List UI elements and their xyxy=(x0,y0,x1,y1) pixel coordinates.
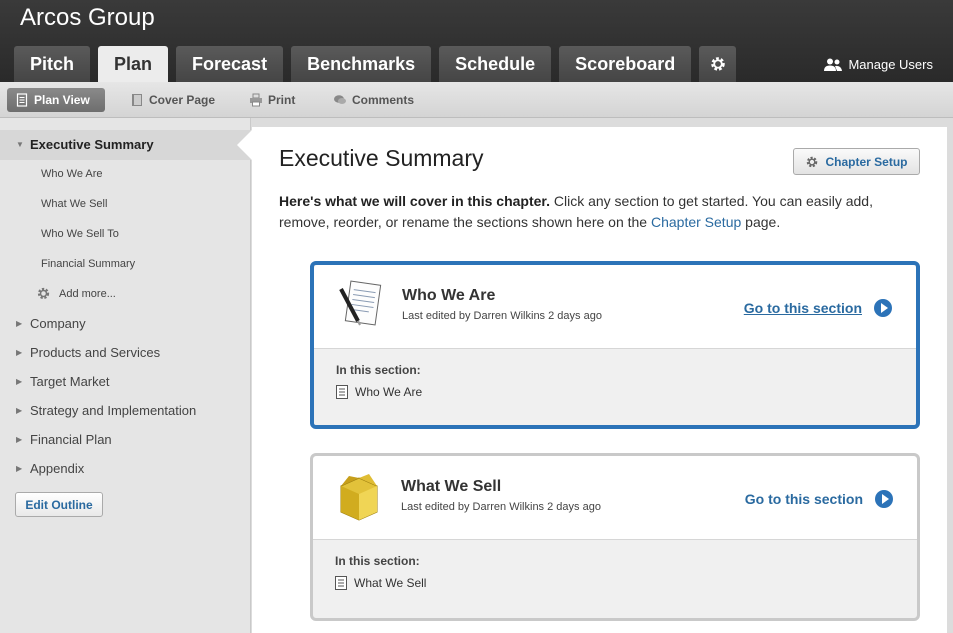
intro-bold: Here's what we will cover in this chapte… xyxy=(279,193,550,209)
gear-icon xyxy=(807,156,818,167)
play-arrow-icon xyxy=(874,299,892,317)
sidebar-chapter-label: Target Market xyxy=(30,374,110,389)
plan-view-label: Plan View xyxy=(34,93,90,107)
section-card[interactable]: Who We Are Last edited by Darren Wilkins… xyxy=(310,261,920,429)
collapsed-triangle-icon: ▶ xyxy=(16,377,23,386)
gear-icon xyxy=(37,287,50,300)
print-label: Print xyxy=(268,93,296,107)
tab-settings[interactable] xyxy=(699,46,737,82)
add-more-link[interactable]: Add more... xyxy=(36,286,116,301)
document-with-pen-icon xyxy=(339,280,382,326)
sidebar-section-who-we-sell-to[interactable]: Who We Sell To xyxy=(41,228,119,240)
sidebar-section-what-we-sell[interactable]: What We Sell xyxy=(41,198,107,210)
tab-plan[interactable]: Plan xyxy=(98,46,169,82)
comments-label: Comments xyxy=(352,93,415,107)
section-card-header: What We Sell Last edited by Darren Wilki… xyxy=(313,456,917,540)
section-title: Who We Are xyxy=(402,287,496,304)
tab-scoreboard[interactable]: Scoreboard xyxy=(559,46,692,82)
edit-outline-button[interactable]: Edit Outline xyxy=(15,492,103,517)
app-title: Arcos Group xyxy=(20,4,155,31)
printer-icon xyxy=(250,93,262,107)
section-title: What We Sell xyxy=(401,478,502,495)
section-item[interactable]: What We Sell xyxy=(335,576,426,590)
sidebar-chapter-appendix[interactable]: ▶ Appendix xyxy=(16,461,84,476)
sidebar-chapter-label: Products and Services xyxy=(30,345,161,360)
page-title: Executive Summary xyxy=(279,145,484,171)
sidebar-chapter-products-and-services[interactable]: ▶ Products and Services xyxy=(16,345,160,360)
comments-icon xyxy=(334,95,346,104)
main-content: Executive Summary Chapter Setup Here's w… xyxy=(252,127,947,633)
intro-end: page. xyxy=(741,214,781,230)
add-more-label: Add more... xyxy=(59,287,116,300)
section-last-edited: Last edited by Darren Wilkins 2 days ago xyxy=(402,310,602,322)
manage-users-label: Manage Users xyxy=(848,57,933,72)
expanded-triangle-icon: ▼ xyxy=(16,140,24,149)
comments-button[interactable]: Comments xyxy=(325,88,422,112)
main-tabs: Pitch Plan Forecast Benchmarks Schedule … xyxy=(14,46,744,82)
sidebar-section-financial-summary[interactable]: Financial Summary xyxy=(41,258,135,270)
gear-icon xyxy=(710,57,725,71)
users-icon xyxy=(824,58,843,71)
sidebar-chapter-target-market[interactable]: ▶ Target Market xyxy=(16,374,109,389)
chapter-setup-link[interactable]: Chapter Setup xyxy=(651,214,741,230)
manage-users-link[interactable]: Manage Users xyxy=(824,57,933,72)
sidebar-chapter-strategy[interactable]: ▶ Strategy and Implementation xyxy=(16,403,196,418)
collapsed-triangle-icon: ▶ xyxy=(16,464,23,473)
sidebar-chapter-label: Company xyxy=(30,316,86,331)
go-to-section-label: Go to this section xyxy=(744,491,863,507)
collapsed-triangle-icon: ▶ xyxy=(16,348,23,357)
cover-page-button[interactable]: Cover Page xyxy=(122,88,223,112)
box-icon xyxy=(340,474,378,521)
go-to-section-link[interactable]: Go to this section xyxy=(745,490,893,508)
section-item-label: Who We Are xyxy=(355,385,423,399)
cover-page-label: Cover Page xyxy=(149,93,216,107)
in-section-label: In this section: xyxy=(335,554,420,568)
tab-forecast[interactable]: Forecast xyxy=(176,46,284,82)
section-item-label: What We Sell xyxy=(354,576,427,590)
book-icon xyxy=(132,94,142,106)
collapsed-triangle-icon: ▶ xyxy=(16,406,23,415)
sidebar-chapter-label: Strategy and Implementation xyxy=(30,403,197,418)
sidebar-chapter-executive-summary[interactable]: ▼ Executive Summary xyxy=(16,137,154,152)
print-button[interactable]: Print xyxy=(241,88,303,112)
sidebar-active-pointer xyxy=(237,130,252,160)
sidebar-chapter-label: Executive Summary xyxy=(30,137,154,152)
tab-benchmarks[interactable]: Benchmarks xyxy=(291,46,432,82)
sidebar-chapter-label: Appendix xyxy=(30,461,85,476)
intro-text: Here's what we will cover in this chapte… xyxy=(279,191,889,233)
document-icon xyxy=(16,93,28,107)
tab-pitch[interactable]: Pitch xyxy=(14,46,91,82)
sidebar-chapter-financial-plan[interactable]: ▶ Financial Plan xyxy=(16,432,112,447)
top-bar: Arcos Group Pitch Plan Forecast Benchmar… xyxy=(0,0,953,82)
chapter-setup-button[interactable]: Chapter Setup xyxy=(793,148,920,175)
collapsed-triangle-icon: ▶ xyxy=(16,435,23,444)
plan-view-button[interactable]: Plan View xyxy=(7,88,105,112)
page-icon xyxy=(336,385,348,399)
sidebar-chapter-company[interactable]: ▶ Company xyxy=(16,316,86,331)
tab-schedule[interactable]: Schedule xyxy=(439,46,552,82)
page-icon xyxy=(335,576,347,590)
play-arrow-icon xyxy=(875,490,893,508)
sidebar-chapter-label: Financial Plan xyxy=(30,432,112,447)
sidebar-section-who-we-are[interactable]: Who We Are xyxy=(41,168,103,180)
go-to-section-label: Go to this section xyxy=(743,300,862,316)
in-section-label: In this section: xyxy=(336,363,421,377)
collapsed-triangle-icon: ▶ xyxy=(16,319,23,328)
go-to-section-link[interactable]: Go to this section xyxy=(744,299,892,317)
sidebar: ▼ Executive Summary Who We Are What We S… xyxy=(0,118,252,633)
section-last-edited: Last edited by Darren Wilkins 2 days ago xyxy=(401,501,601,513)
section-item[interactable]: Who We Are xyxy=(336,385,422,399)
chapter-setup-label: Chapter Setup xyxy=(825,154,908,169)
section-card[interactable]: What We Sell Last edited by Darren Wilki… xyxy=(310,453,920,621)
sub-toolbar: Plan View Cover Page Print Comments xyxy=(0,82,953,118)
section-card-header: Who We Are Last edited by Darren Wilkins… xyxy=(314,265,916,349)
